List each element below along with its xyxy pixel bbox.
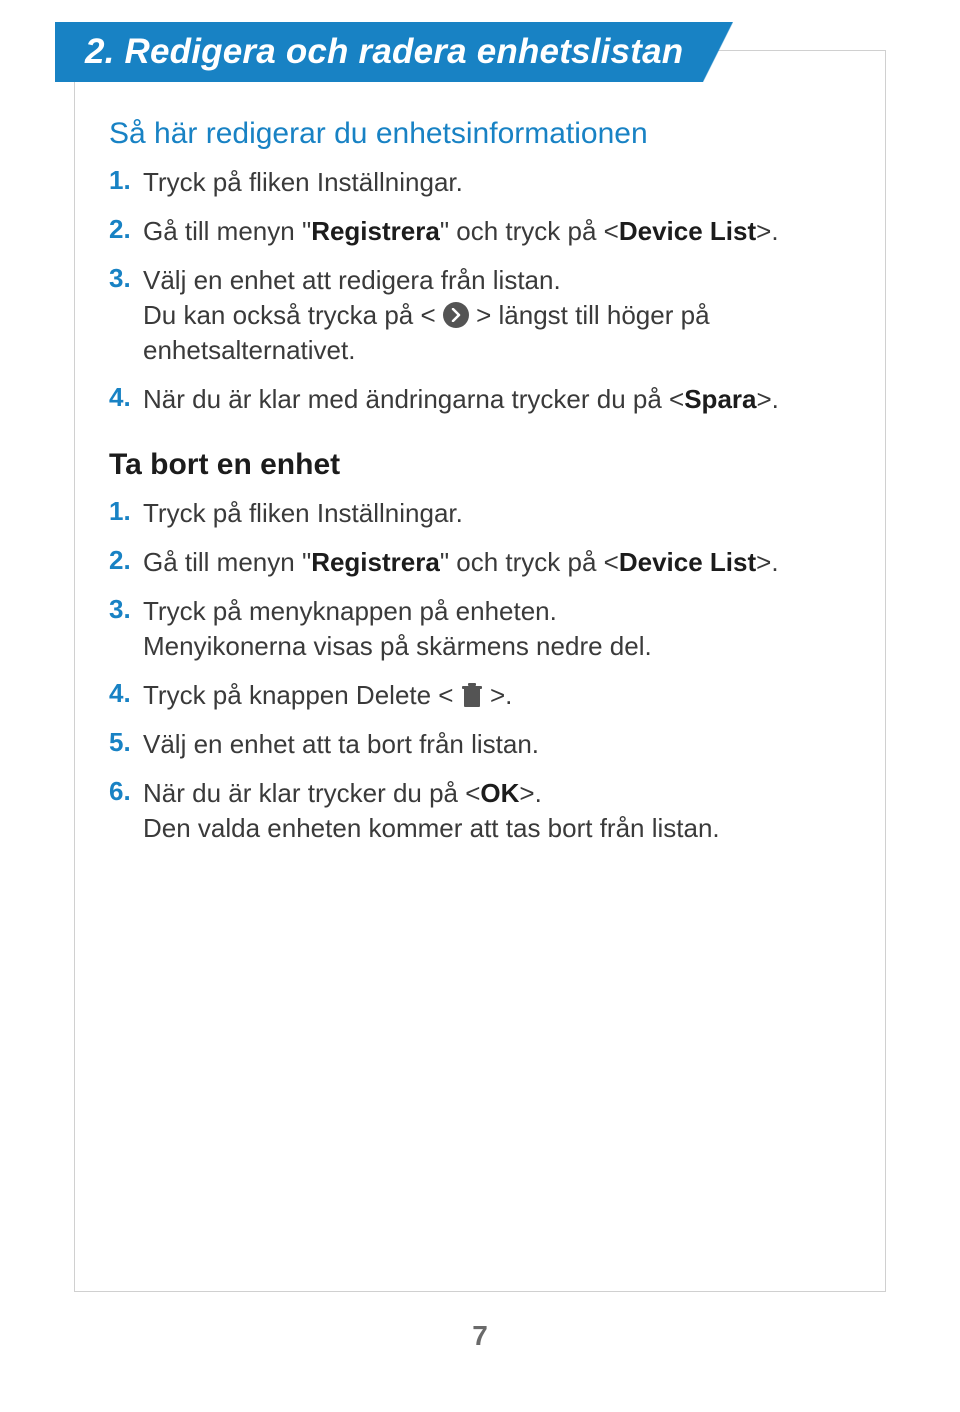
bold-text: Spara: [684, 384, 756, 414]
step-item: 3.Tryck på menyknappen på enheten.Menyik…: [109, 594, 851, 664]
step-item: 3.Välj en enhet att redigera från listan…: [109, 263, 851, 368]
step-number: 3.: [109, 263, 143, 294]
step-number: 2.: [109, 214, 143, 245]
step-text: Tryck på knappen Delete < >.: [143, 678, 512, 713]
step-item: 1.Tryck på fliken Inställningar.: [109, 165, 851, 200]
bold-text: Device List: [619, 547, 756, 577]
step-item: 6.När du är klar trycker du på <OK>.Den …: [109, 776, 851, 846]
content-border: Så här redigerar du enhetsinformationen …: [74, 50, 886, 1292]
step-number: 3.: [109, 594, 143, 625]
step-text: Tryck på fliken Inställningar.: [143, 496, 463, 531]
step-item: 2.Gå till menyn "Registrera" och tryck p…: [109, 545, 851, 580]
section2-steps: 1.Tryck på fliken Inställningar.2.Gå til…: [109, 496, 851, 847]
title-bar: 2. Redigera och radera enhetslistan: [55, 22, 703, 82]
step-text: Tryck på fliken Inställningar.: [143, 165, 463, 200]
step-item: 4.Tryck på knappen Delete < >.: [109, 678, 851, 713]
step-text: När du är klar trycker du på <OK>.Den va…: [143, 776, 720, 846]
step-text: Gå till menyn "Registrera" och tryck på …: [143, 545, 779, 580]
step-number: 2.: [109, 545, 143, 576]
title-text: 2. Redigera och radera enhetslistan: [85, 32, 683, 71]
step-number: 5.: [109, 727, 143, 758]
step-number: 1.: [109, 165, 143, 196]
step-text: Tryck på menyknappen på enheten.Menyikon…: [143, 594, 652, 664]
step-item: 5.Välj en enhet att ta bort från listan.: [109, 727, 851, 762]
section1-steps: 1.Tryck på fliken Inställningar.2.Gå til…: [109, 165, 851, 418]
content: Så här redigerar du enhetsinformationen …: [75, 51, 885, 880]
step-item: 2.Gå till menyn "Registrera" och tryck p…: [109, 214, 851, 249]
step-item: 4.När du är klar med ändringarna trycker…: [109, 382, 851, 417]
chevron-right-icon: [443, 302, 469, 328]
step-text: Välj en enhet att ta bort från listan.: [143, 727, 539, 762]
trash-icon: [461, 682, 483, 708]
step-number: 4.: [109, 382, 143, 413]
step-text: Gå till menyn "Registrera" och tryck på …: [143, 214, 779, 249]
page-container: 2. Redigera och radera enhetslistan Så h…: [0, 0, 960, 1412]
step-item: 1.Tryck på fliken Inställningar.: [109, 496, 851, 531]
bold-text: Device List: [619, 216, 756, 246]
step-text: Välj en enhet att redigera från listan.D…: [143, 263, 851, 368]
step-number: 4.: [109, 678, 143, 709]
step-text: När du är klar med ändringarna trycker d…: [143, 382, 779, 417]
section1-heading: Så här redigerar du enhetsinformationen: [109, 117, 851, 151]
page-number: 7: [0, 1320, 960, 1352]
bold-text: OK: [480, 778, 519, 808]
section2-heading: Ta bort en enhet: [109, 448, 851, 482]
bold-text: Registrera: [311, 216, 440, 246]
bold-text: Registrera: [311, 547, 440, 577]
step-number: 6.: [109, 776, 143, 807]
step-number: 1.: [109, 496, 143, 527]
